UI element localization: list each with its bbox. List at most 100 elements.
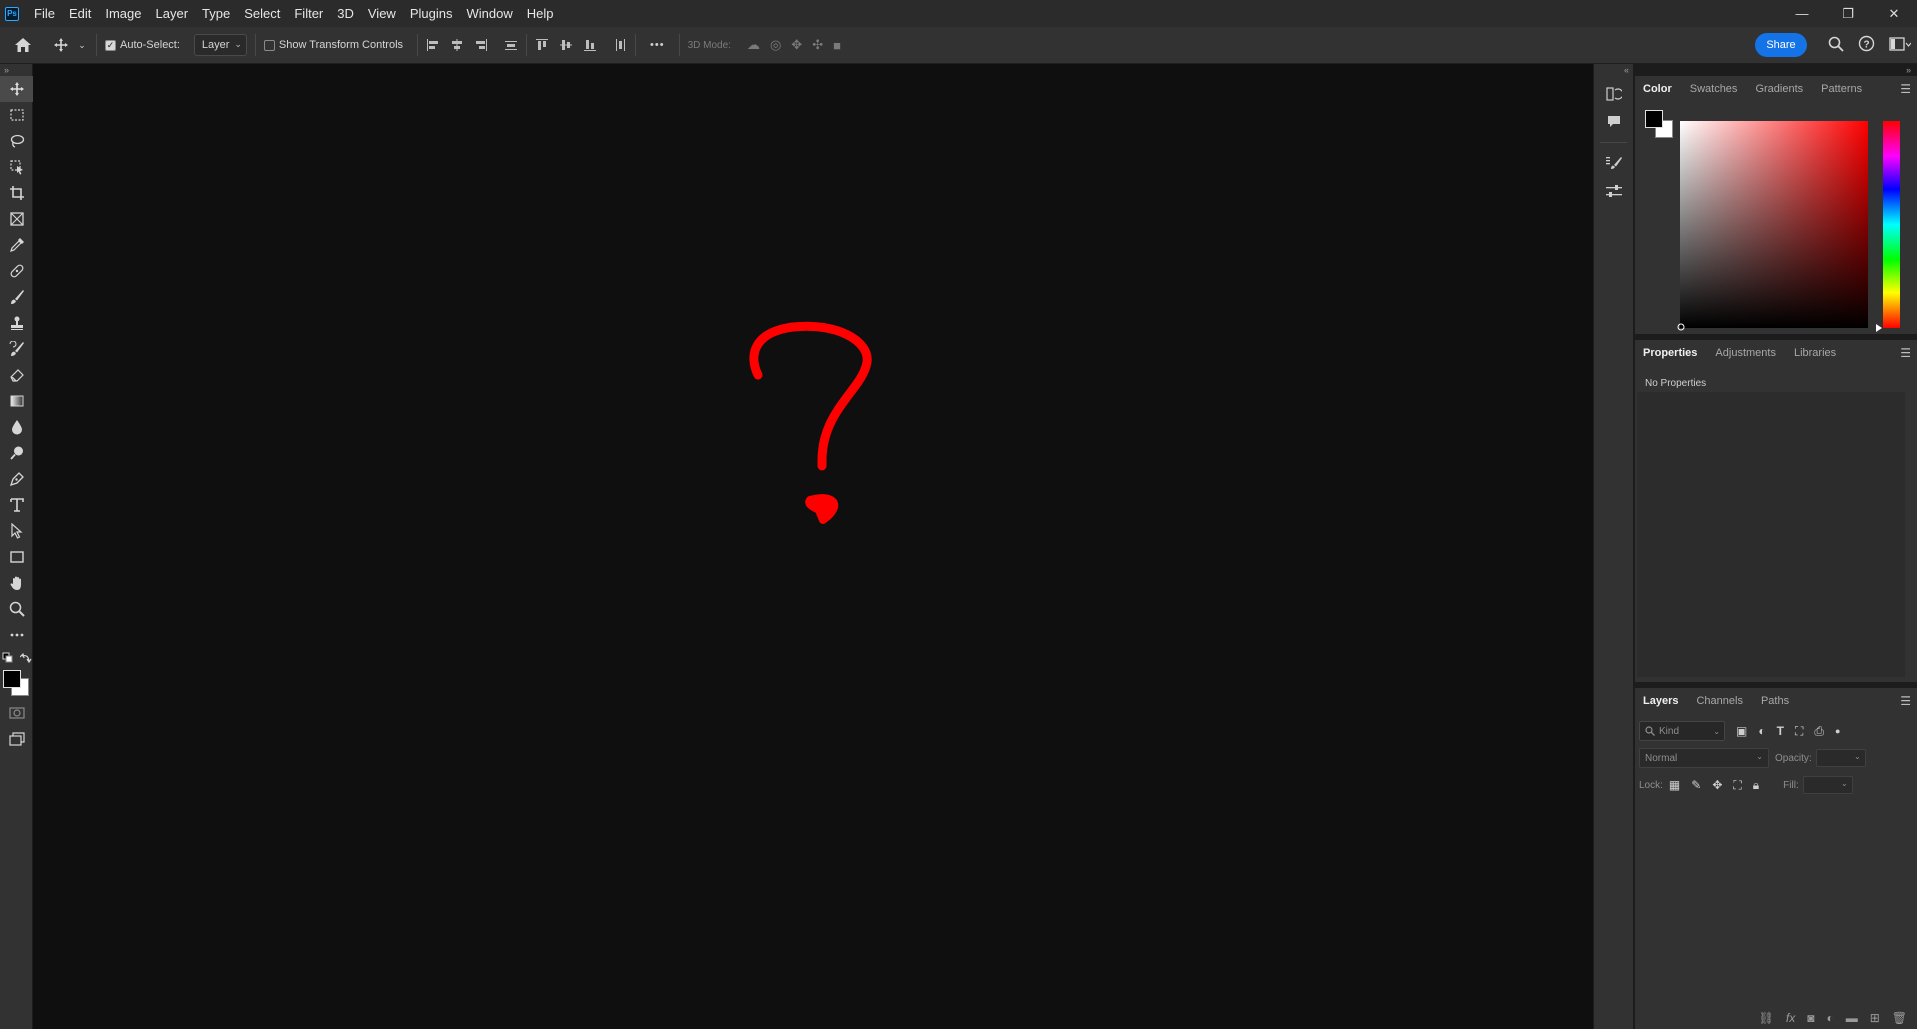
align-bottom-icon[interactable] [583,38,597,52]
menu-3d[interactable]: 3D [330,0,361,27]
tab-patterns[interactable]: Patterns [1821,76,1862,102]
link-layers-icon[interactable]: ⛓ [1759,1011,1774,1025]
tab-libraries[interactable]: Libraries [1794,340,1836,366]
menu-select[interactable]: Select [237,0,287,27]
lock-image-icon[interactable]: ✎ [1691,778,1701,792]
show-transform-checkbox[interactable]: Show Transform Controls [263,39,403,51]
move-tool[interactable] [0,76,33,102]
close-button[interactable]: ✕ [1871,0,1917,27]
menu-plugins[interactable]: Plugins [403,0,460,27]
default-colors-icon[interactable] [2,652,14,664]
drag-3d-icon[interactable]: ✥ [791,37,802,53]
eyedropper-tool[interactable] [0,232,33,258]
menu-window[interactable]: Window [459,0,519,27]
add-mask-icon[interactable]: ◙ [1807,1011,1814,1025]
distribute-vertical-icon[interactable] [504,38,518,52]
frame-tool[interactable] [0,206,33,232]
rectangle-tool[interactable] [0,544,33,570]
restore-button[interactable]: ❐ [1825,0,1871,27]
lock-all-icon[interactable]: 🔒︎ [1753,778,1759,793]
hand-tool[interactable] [0,570,33,596]
tab-layers[interactable]: Layers [1643,688,1678,714]
history-panel-icon[interactable] [1594,80,1634,108]
collapse-toolbar-icon[interactable]: » [0,64,32,76]
tab-properties[interactable]: Properties [1643,340,1697,366]
auto-select-target-dropdown[interactable]: Layer ⌄ [193,34,247,56]
object-selection-tool[interactable] [0,154,33,180]
panel-menu-icon[interactable]: ☰ [1900,346,1911,360]
tab-swatches[interactable]: Swatches [1690,76,1738,102]
orbit-3d-icon[interactable]: ☁ [747,37,760,53]
hue-slider[interactable] [1883,121,1900,328]
marquee-tool[interactable] [0,102,33,128]
quick-mask-button[interactable] [0,700,33,726]
document-canvas[interactable] [33,64,1593,1029]
align-vertical-center-icon[interactable] [559,38,573,52]
filter-type-icon[interactable]: T [1777,724,1784,738]
filter-toggle-icon[interactable]: ● [1835,726,1840,736]
menu-type[interactable]: Type [195,0,237,27]
home-icon[interactable] [0,37,46,53]
brush-tool[interactable] [0,284,33,310]
edit-toolbar-button[interactable] [0,622,33,648]
menu-filter[interactable]: Filter [287,0,330,27]
workspace-icon[interactable] [1889,36,1911,52]
adjustments-panel-icon[interactable] [1594,177,1634,205]
blur-tool[interactable] [0,414,33,440]
comments-panel-icon[interactable] [1594,108,1634,136]
search-icon[interactable] [1828,36,1844,52]
align-top-icon[interactable] [535,38,549,52]
align-left-icon[interactable] [426,38,440,52]
slide-3d-icon[interactable]: ✣ [812,37,823,53]
chevron-down-icon[interactable]: ⌄ [76,40,88,51]
zoom-tool[interactable] [0,596,33,622]
panel-menu-icon[interactable]: ☰ [1900,82,1911,96]
auto-select-checkbox[interactable]: ✓ Auto-Select: [105,39,180,51]
healing-brush-tool[interactable] [0,258,33,284]
fill-input[interactable]: ⌄ [1802,776,1853,794]
distribute-horizontal-icon[interactable] [613,38,627,52]
gradient-tool[interactable] [0,388,33,414]
lock-artboard-icon[interactable]: ⛶ [1733,778,1741,793]
tab-paths[interactable]: Paths [1761,688,1789,714]
menu-image[interactable]: Image [98,0,148,27]
path-selection-tool[interactable] [0,518,33,544]
roll-3d-icon[interactable]: ◎ [770,37,781,53]
help-icon[interactable]: ? [1858,35,1875,52]
blend-mode-dropdown[interactable]: Normal ⌄ [1639,748,1769,768]
clone-stamp-tool[interactable] [0,310,33,336]
share-button[interactable]: Share [1755,33,1807,57]
filter-adjustment-icon[interactable]: ◐ [1758,724,1765,738]
lock-position-icon[interactable]: ✥ [1712,778,1722,792]
layer-kind-filter[interactable]: Kind ⌄ [1639,721,1725,741]
menu-layer[interactable]: Layer [149,0,196,27]
move-tool-preset-icon[interactable] [46,37,76,53]
brush-settings-panel-icon[interactable] [1594,149,1634,177]
align-right-icon[interactable] [474,38,488,52]
tab-adjustments[interactable]: Adjustments [1715,340,1776,366]
tab-color[interactable]: Color [1643,76,1672,102]
collapse-dock-icon[interactable]: « [1594,64,1633,76]
panel-menu-icon[interactable]: ☰ [1900,694,1911,708]
filter-pixel-icon[interactable]: ▣ [1736,724,1747,738]
new-adjustment-icon[interactable]: ◐ [1826,1011,1833,1025]
expand-panels-icon[interactable]: » [1633,64,1917,76]
type-tool[interactable] [0,492,33,518]
lock-transparent-icon[interactable]: ▦ [1669,778,1680,792]
history-brush-tool[interactable] [0,336,33,362]
hue-slider-handle[interactable] [1875,324,1883,332]
camera-3d-icon[interactable]: ■ [833,38,841,53]
eraser-tool[interactable] [0,362,33,388]
menu-edit[interactable]: Edit [62,0,98,27]
swap-colors-icon[interactable] [20,652,32,664]
foreground-color-swatch[interactable] [1645,110,1663,128]
pen-tool[interactable] [0,466,33,492]
dodge-tool[interactable] [0,440,33,466]
crop-tool[interactable] [0,180,33,206]
new-layer-icon[interactable]: ⊞ [1870,1011,1880,1025]
delete-layer-icon[interactable]: 🗑︎ [1892,1011,1907,1025]
new-group-icon[interactable]: ▬ [1846,1011,1858,1025]
align-horizontal-center-icon[interactable] [450,38,464,52]
menu-file[interactable]: File [27,0,62,27]
tab-gradients[interactable]: Gradients [1755,76,1803,102]
